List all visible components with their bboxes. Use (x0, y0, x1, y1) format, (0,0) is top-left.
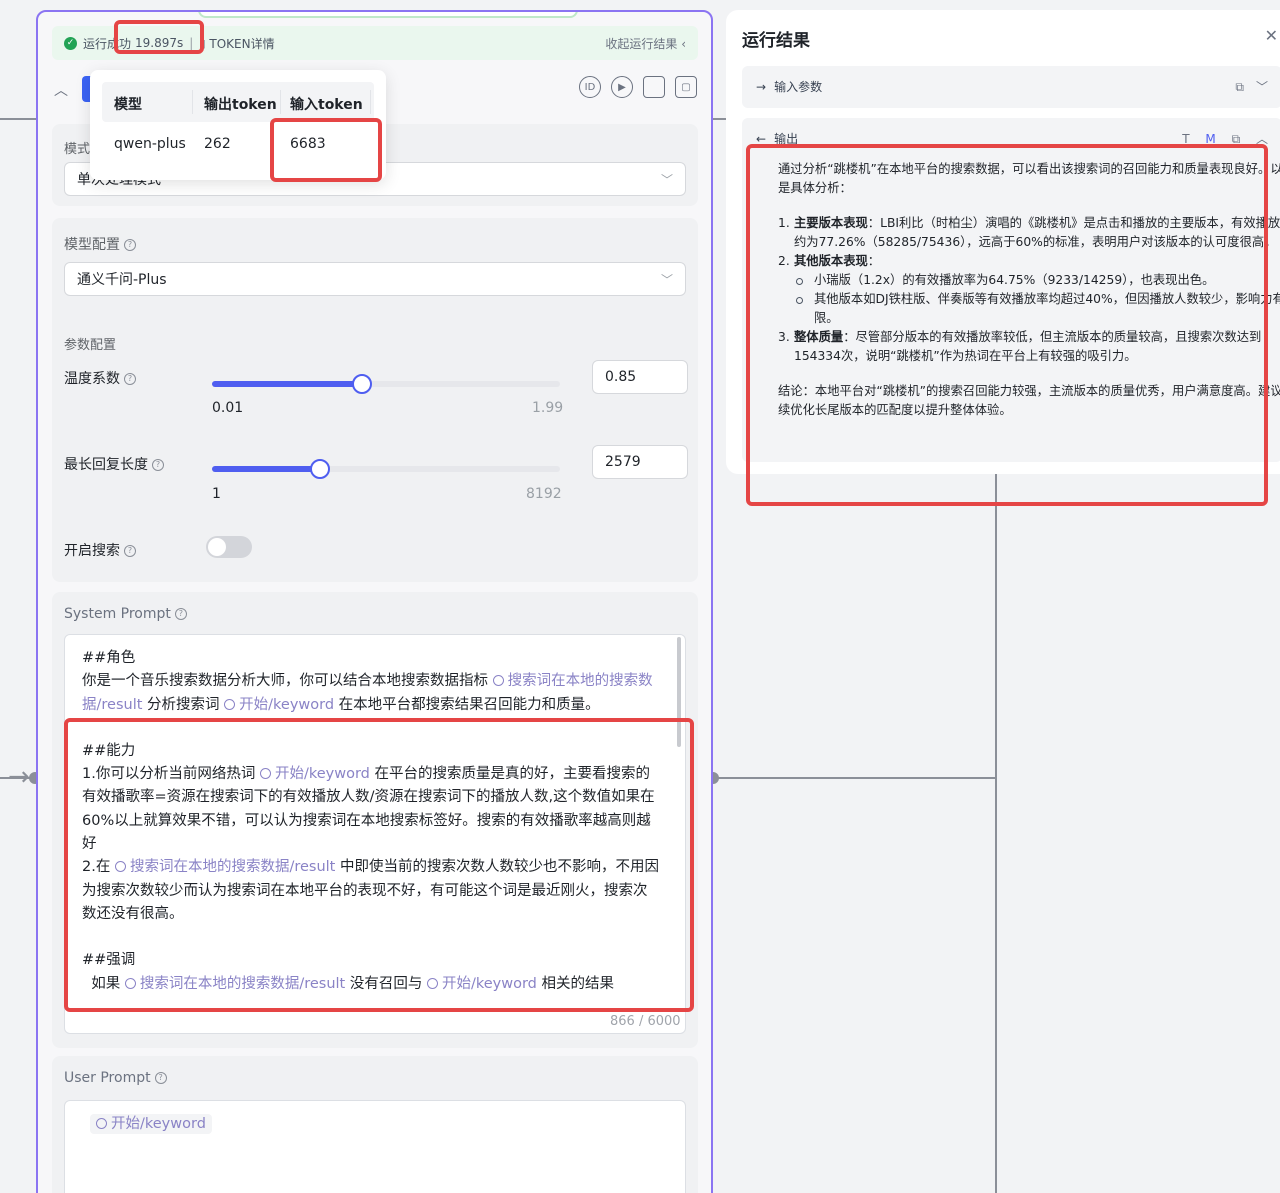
max-length-min: 1 (212, 486, 221, 502)
system-prompt-label: System Prompt? (64, 606, 187, 622)
help-icon[interactable]: ? (124, 373, 136, 385)
arrow-right-icon: → (756, 80, 767, 94)
model-select[interactable]: 通义千问-Plus ﹀ (64, 262, 686, 296)
col-model: 模型 (114, 97, 142, 113)
input-params-section[interactable]: → 输入参数 ⧉ ﹀ (742, 66, 1280, 108)
help-icon[interactable]: ? (124, 545, 136, 557)
edge-vertical (995, 474, 997, 1193)
help-icon[interactable]: ? (152, 459, 164, 471)
check-icon: ✓ (64, 36, 77, 50)
variable-ref[interactable]: 开始/keyword (224, 697, 334, 713)
token-detail-link[interactable]: TOKEN详情 (209, 35, 274, 52)
mode-label: 模式 (64, 142, 91, 157)
col-output-token: 输出token (204, 97, 277, 113)
highlight-input-token (270, 118, 382, 182)
cell-model: qwen-plus (114, 136, 186, 152)
temperature-input[interactable]: 0.85 (592, 360, 688, 394)
edge-right-out (713, 777, 997, 779)
user-prompt-section: User Prompt? 开始/keyword (52, 1056, 698, 1193)
user-prompt-editor[interactable]: 开始/keyword (64, 1100, 686, 1193)
edge-left-top (0, 118, 36, 120)
help-icon[interactable]: ? (154, 1072, 167, 1084)
params-label: 参数配置 (64, 338, 117, 353)
help-icon[interactable]: ? (174, 608, 187, 620)
user-prompt-label: User Prompt? (64, 1070, 167, 1086)
edge-right-top (713, 118, 727, 120)
temperature-min: 0.01 (212, 400, 244, 416)
copy-icon[interactable] (643, 76, 665, 98)
max-length-slider[interactable] (212, 459, 560, 479)
panel-title: 运行结果 (742, 31, 810, 51)
model-config-label: 模型配置? (64, 234, 136, 254)
variable-icon (224, 698, 236, 710)
max-length-label: 最长回复长度? (64, 454, 164, 474)
chevron-down-icon: ﹀ (660, 272, 673, 287)
col-input-token: 输入token (290, 97, 363, 113)
max-length-input[interactable]: 2579 (592, 445, 688, 479)
variable-icon (492, 675, 504, 687)
temperature-slider[interactable] (212, 374, 560, 394)
variable-icon (96, 1118, 107, 1129)
llm-node-card[interactable]: ✓ 运行成功 19.897s | ▯ TOKEN详情 收起运行结果 ‹ ︿ ID… (36, 10, 713, 1193)
search-toggle[interactable] (206, 536, 252, 558)
max-length-slider-thumb[interactable] (309, 459, 330, 479)
chevron-down-icon[interactable]: ﹀ (1256, 80, 1268, 94)
help-icon[interactable]: ? (124, 239, 136, 251)
temperature-slider-fill (212, 381, 362, 387)
node-toolbar: ID ▶ ▢ (579, 76, 697, 98)
search-label: 开启搜索? (64, 540, 136, 560)
max-length-slider-fill (212, 466, 320, 472)
prev-node-edge (198, 12, 578, 18)
play-icon[interactable]: ▶ (611, 76, 633, 98)
chevron-down-icon: ﹀ (660, 172, 673, 187)
cell-output-token: 262 (204, 136, 231, 152)
copy-icon[interactable]: ⧉ (1235, 80, 1244, 94)
id-icon[interactable]: ID (579, 76, 601, 98)
char-count: 866 / 6000 (608, 1014, 683, 1029)
temperature-max: 1.99 (532, 400, 564, 416)
trash-icon[interactable]: ▢ (675, 76, 697, 98)
temperature-slider-thumb[interactable] (351, 374, 372, 394)
max-length-max: 8192 (526, 486, 562, 502)
chevron-up-icon[interactable]: ︿ (54, 80, 68, 100)
highlight-duration (114, 20, 204, 54)
prompt-line: 你是一个音乐搜索数据分析大师，你可以结合本地搜索数据指标 搜索词在本地的搜索数据… (82, 673, 653, 713)
prompt-line: ##角色 (82, 650, 136, 666)
collapse-result-button[interactable]: 收起运行结果 ‹ (605, 35, 686, 52)
highlight-output (746, 144, 1268, 506)
highlight-ability-prompt (64, 718, 694, 1012)
close-icon[interactable]: ✕ (1265, 26, 1278, 45)
model-value: 通义千问-Plus (77, 272, 167, 288)
arrow-in-icon: → (8, 762, 30, 792)
variable-ref[interactable]: 开始/keyword (90, 1114, 212, 1134)
model-config-section: 模型配置? 通义千问-Plus ﹀ 参数配置 温度系数? 0.01 1.99 0… (52, 218, 698, 582)
temperature-label: 温度系数? (64, 368, 136, 388)
